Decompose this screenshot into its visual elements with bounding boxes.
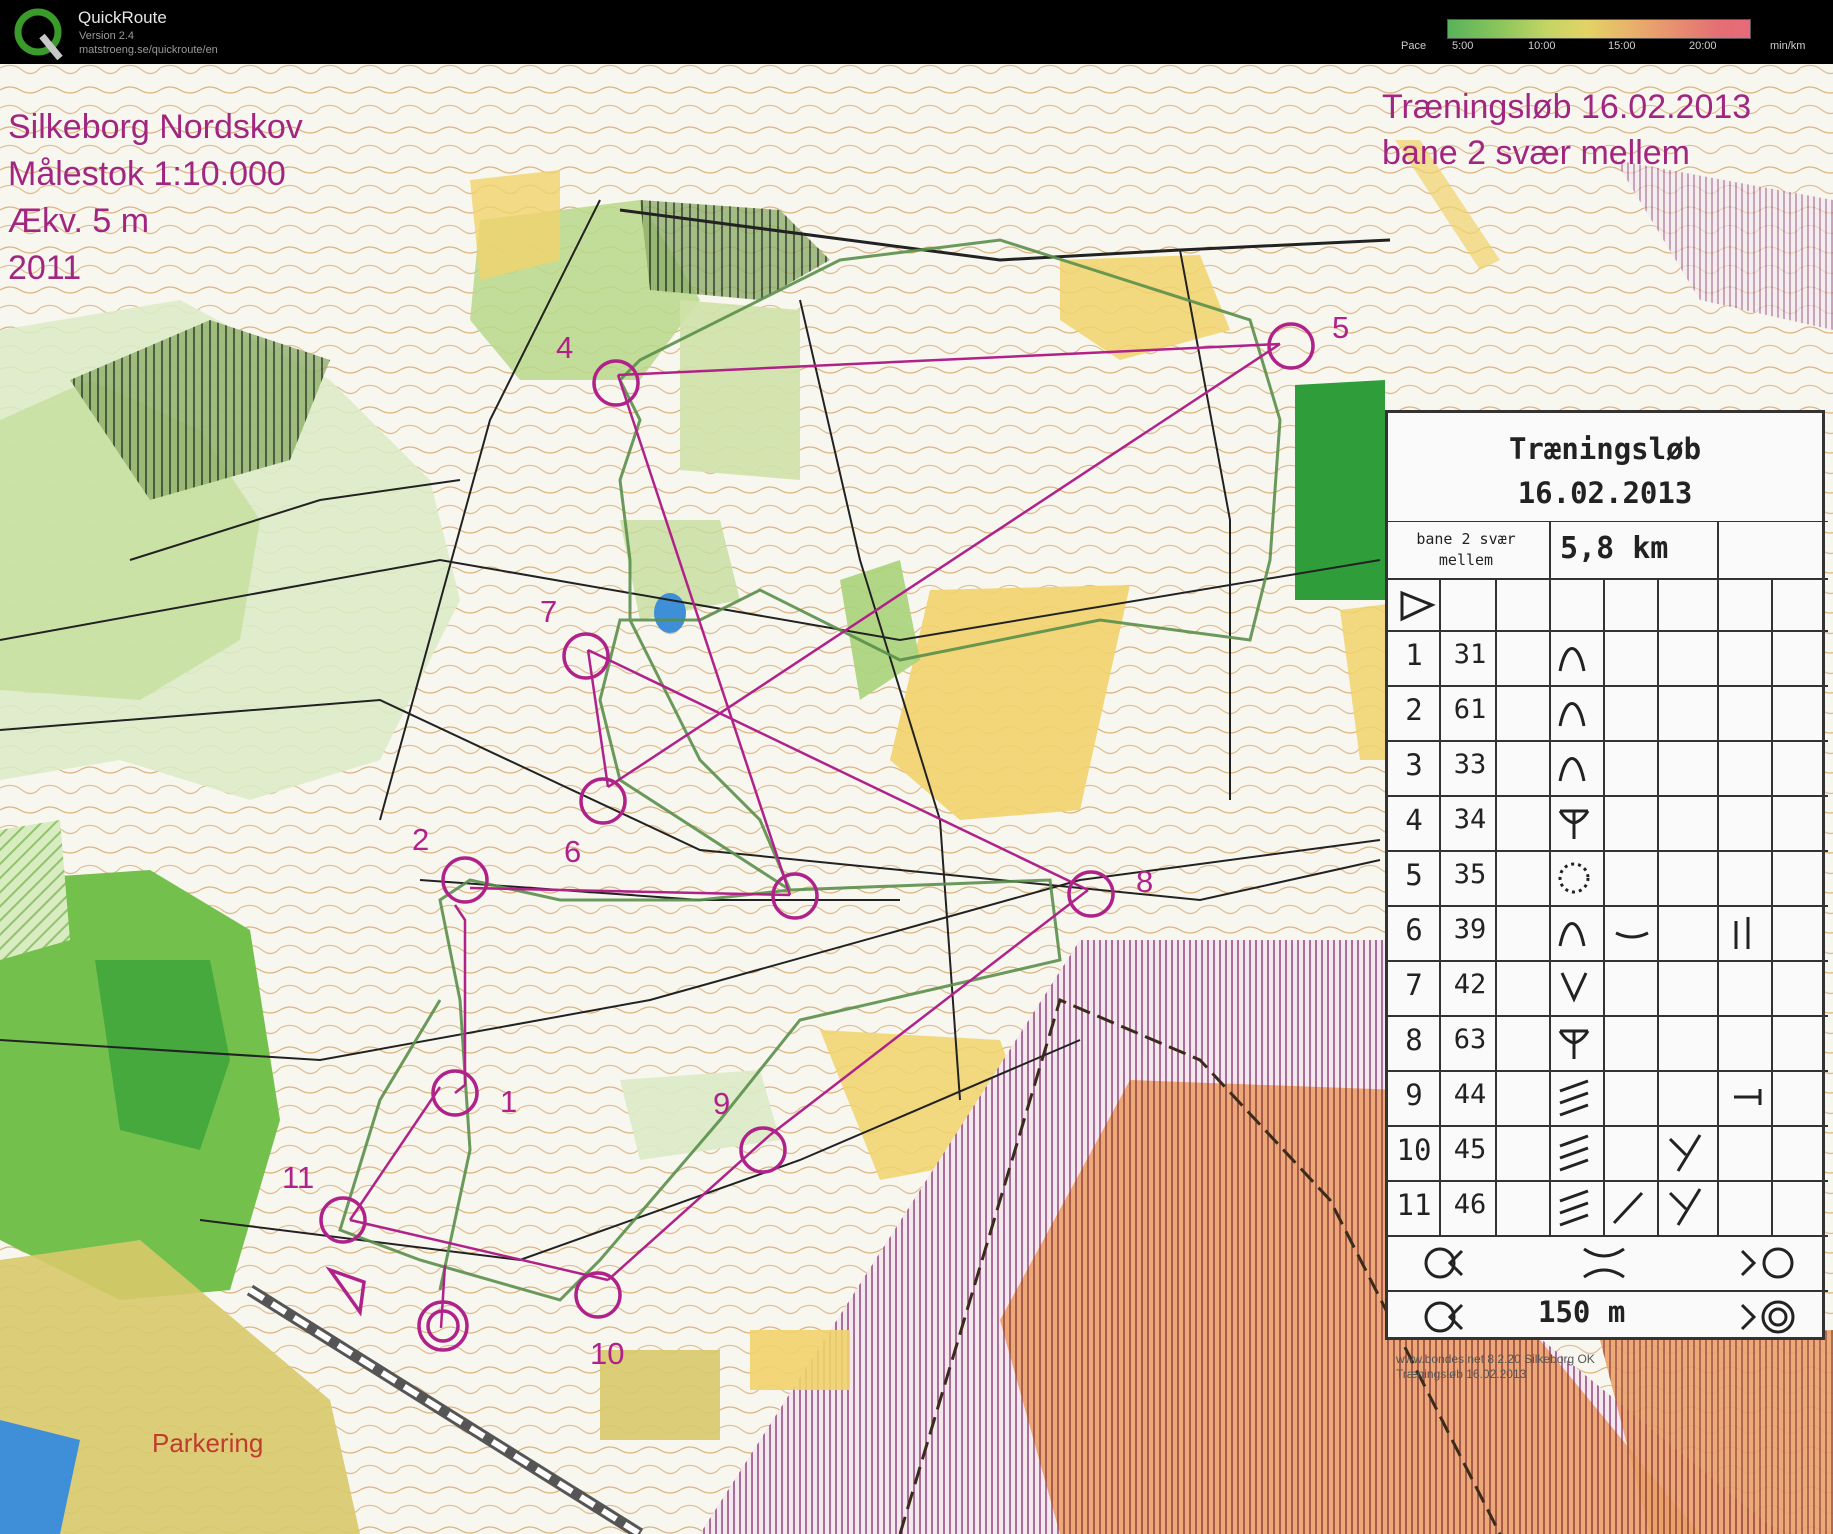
map-title-line: Målestok 1:10.000 [8,155,286,193]
control-number-7: 7 [540,594,558,629]
finish-distance: 150 m [1538,1295,1626,1329]
control-row-number: 4 [1405,803,1423,837]
control-row-code: 31 [1453,639,1487,670]
control-row-code: 34 [1453,804,1487,835]
finish-double-circle-inner [1768,1307,1788,1327]
pace-unit: min/km [1770,40,1806,52]
control-row-number: 10 [1396,1133,1432,1167]
path-junction-icon [1558,1029,1590,1059]
marsh-icon [1559,1189,1589,1227]
control-row-number: 1 [1405,638,1423,672]
control-number-2: 2 [412,822,430,857]
map-print-note: www.bondes.net 8.2.20 Silkeborg OK Træni… [1396,1352,1595,1382]
path-junction-icon [1558,809,1590,839]
pace-tick: 10:00 [1528,40,1556,52]
pace-label: Pace [1401,40,1427,52]
control-number-4: 4 [556,330,574,365]
knoll-icon [1558,922,1586,947]
control-number-6: 6 [564,834,582,869]
parking-label: Parkering [152,1428,264,1458]
control-row-number: 2 [1405,693,1423,727]
course-title-line: bane 2 svær mellem [1382,134,1691,172]
course-length: 5,8 km [1560,531,1669,566]
course-title-block: Træningsløb 16.02.2013 bane 2 svær melle… [1382,84,1751,176]
curve-icon [1615,931,1649,939]
pace-tick: 5:00 [1452,40,1474,52]
control-number-9: 9 [713,1086,731,1121]
control-row-number: 3 [1405,748,1423,782]
control-row-code: 35 [1453,859,1487,890]
control-row-number: 11 [1396,1188,1432,1222]
app-header-bar: QuickRoute Version 2.4 matstroeng.se/qui… [0,0,1833,64]
control-row-code: 33 [1453,749,1487,780]
map-title-block: Silkeborg Nordskov Målestok 1:10.000 Ækv… [8,104,303,292]
control-description-sheet: Træningsløb 16.02.2013 bane 2 svær melle… [1385,410,1828,1340]
finish-circle-icon [1762,1247,1794,1279]
arrow-icon [1740,1303,1757,1331]
pace-tick: 20:00 [1689,40,1717,52]
start-triangle-icon [1400,590,1436,622]
description-title-line: Træningsløb [1508,432,1702,466]
quickroute-logo-icon [14,8,63,61]
description-title: Træningsløb 16.02.2013 [1388,427,1822,515]
control-row-code: 46 [1453,1189,1487,1220]
app-name: QuickRoute [78,8,167,27]
corner-icon [1668,1134,1702,1172]
control-row-number: 6 [1405,913,1423,947]
map-title-line: Ækv. 5 m [8,202,150,240]
funnel-icon [1583,1247,1625,1279]
dotted-circle-icon [1558,862,1590,894]
control-row-number: 7 [1405,968,1423,1002]
control-row-code: 63 [1453,1024,1487,1055]
print-note-line: Træningsløb 16.02.2013 [1396,1367,1527,1381]
control-number-8: 8 [1136,864,1154,899]
control-row-code: 61 [1453,694,1487,725]
marsh-icon [1559,1079,1589,1117]
pace-tick: 15:00 [1608,40,1636,52]
arrow-icon [1740,1249,1757,1277]
corner-icon [1668,1188,1702,1226]
course-name-line: mellem [1438,551,1494,569]
control-number-11: 11 [282,1160,315,1195]
app-version: Version 2.4 [79,30,135,42]
knoll-icon [1558,757,1586,782]
knoll-icon [1558,702,1586,727]
marsh-icon [1559,1134,1589,1172]
control-row-code: 39 [1453,914,1487,945]
course-name-line: bane 2 svær [1416,530,1516,548]
control-row-number: 5 [1405,858,1423,892]
map-title-line: Silkeborg Nordskov [8,108,303,146]
control-row-number: 8 [1405,1023,1423,1057]
description-title-line: 16.02.2013 [1517,476,1693,510]
course-title-line: Træningsløb 16.02.2013 [1382,88,1752,126]
control-number-10: 10 [590,1336,625,1371]
slash-icon [1612,1191,1644,1225]
control-row-code: 44 [1453,1079,1487,1110]
print-note-line: www.bondes.net 8.2.20 Silkeborg OK [1396,1352,1595,1366]
control-row-number: 9 [1405,1078,1423,1112]
control-row-code: 45 [1453,1134,1487,1165]
edge-icon [1734,1089,1762,1105]
map-title-line: 2011 [8,249,82,287]
knoll-icon [1558,647,1586,672]
pace-color-scale [1447,19,1751,39]
gap-icon [1734,917,1750,949]
control-number-1: 1 [500,1084,518,1119]
control-row-code: 42 [1453,969,1487,1000]
control-number-5: 5 [1332,310,1350,345]
description-course-name: bane 2 svær mellem [1398,529,1534,571]
finish-double-circle-icon [1761,1300,1795,1334]
app-url: matstroeng.se/quickroute/en [79,44,218,56]
depression-icon [1560,972,1588,1003]
